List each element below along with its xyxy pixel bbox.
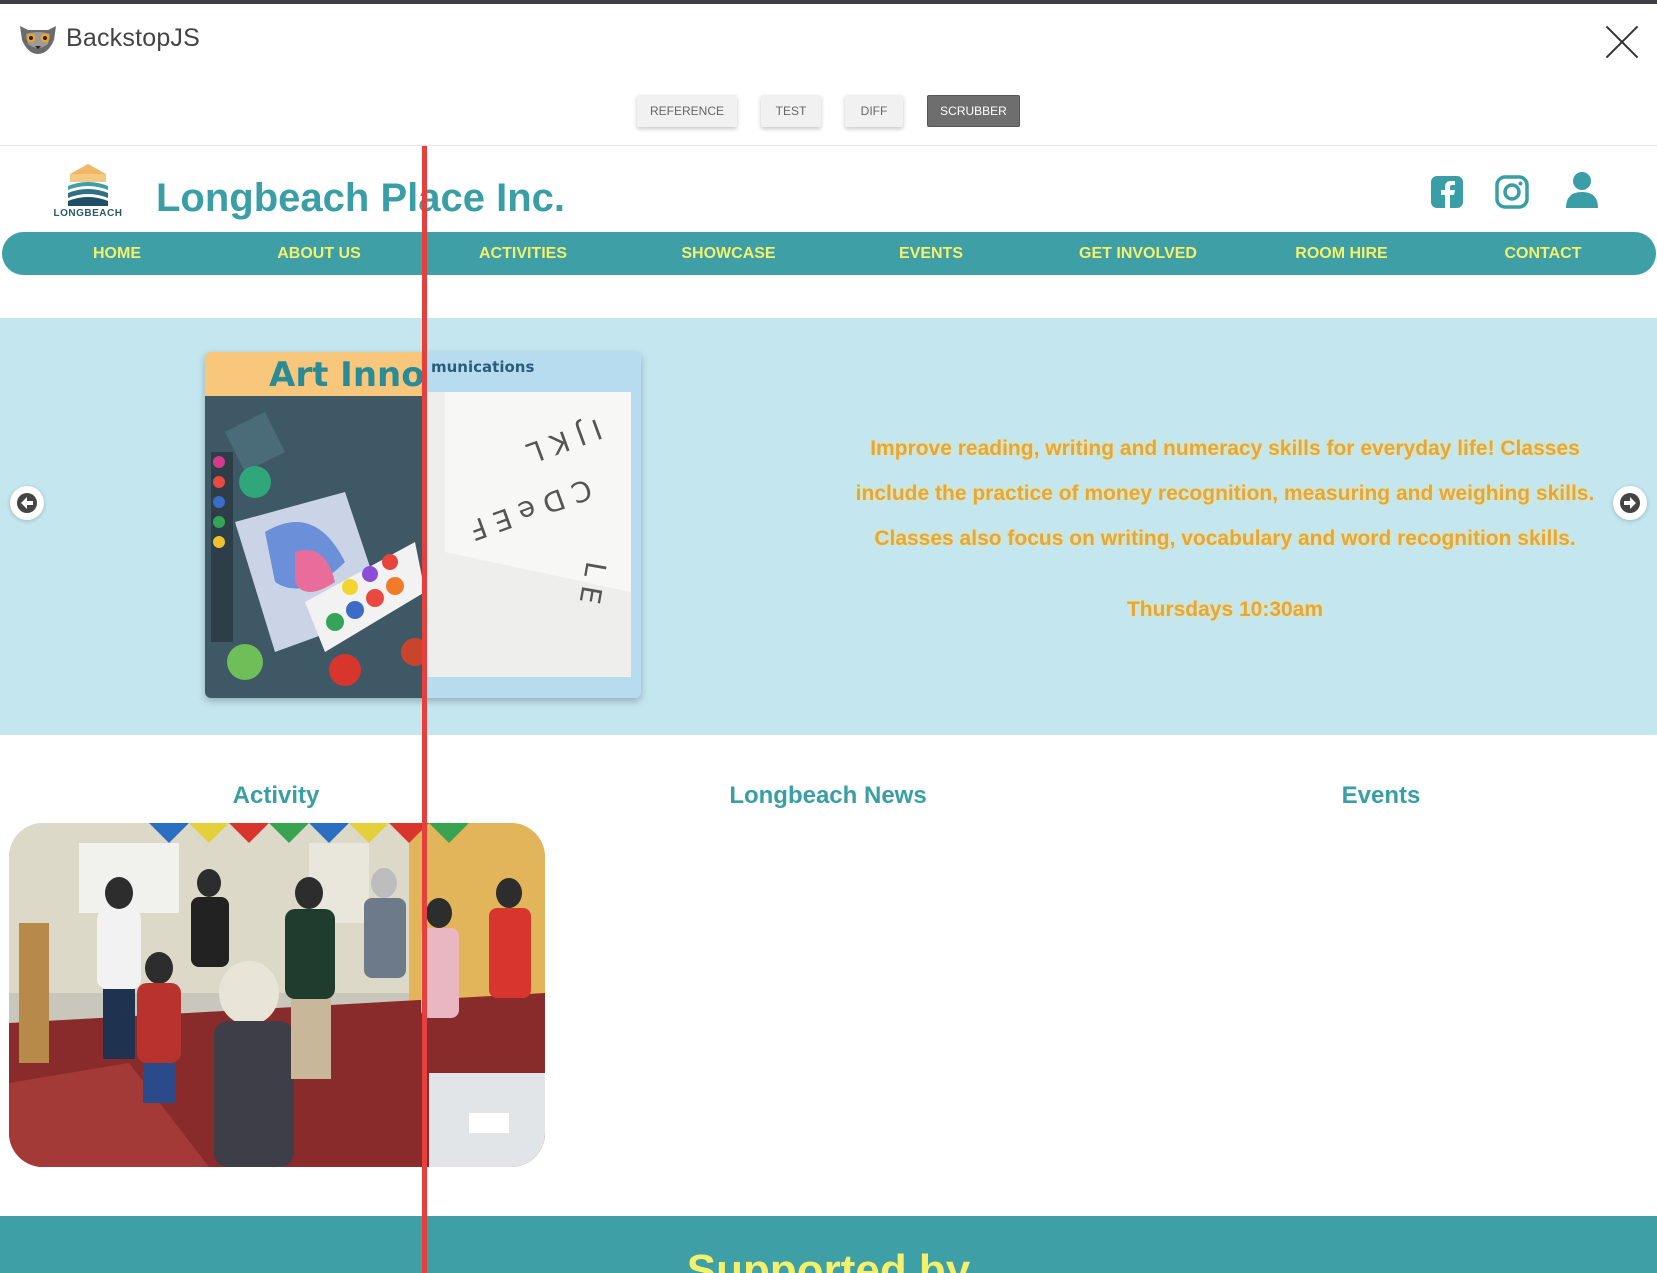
- website-screenshot: LONGBEACH Longbeach Place Inc. HOME ABOU…: [0, 146, 1657, 1273]
- tab-diff[interactable]: DIFF: [845, 95, 903, 127]
- tab-test[interactable]: TEST: [761, 95, 821, 127]
- longbeach-logo[interactable]: LONGBEACH: [50, 160, 126, 226]
- carousel-next-button[interactable]: [1613, 486, 1647, 520]
- tab-reference[interactable]: REFERENCE: [637, 95, 737, 127]
- slide-banner-left: Art Innov: [269, 355, 447, 395]
- nav-home[interactable]: HOME: [42, 232, 192, 275]
- close-icon[interactable]: [1604, 24, 1640, 60]
- view-tabs: REFERENCE TEST DIFF SCRUBBER: [0, 95, 1657, 127]
- arrow-right-icon: [1620, 493, 1640, 513]
- lemur-logo-icon: [20, 26, 56, 54]
- site-title[interactable]: Longbeach Place Inc.: [156, 176, 565, 221]
- events-heading: Events: [1341, 782, 1421, 809]
- activity-photo[interactable]: [9, 823, 545, 1167]
- carousel-prev-button[interactable]: [10, 486, 44, 520]
- nav-room-hire[interactable]: ROOM HIRE: [1264, 232, 1419, 275]
- footer-title: Supported by: [686, 1246, 971, 1273]
- nav-contact[interactable]: CONTACT: [1468, 232, 1618, 275]
- facebook-icon[interactable]: [1429, 174, 1465, 210]
- longbeach-logo-icon: [68, 164, 108, 206]
- news-heading: Longbeach News: [729, 782, 927, 809]
- footer: Supported by: [0, 1216, 1657, 1273]
- logo-text: LONGBEACH: [53, 208, 123, 219]
- slide-description: Improve reading, writing and numeracy sk…: [855, 437, 1595, 550]
- activity-photo-graphic: [9, 823, 545, 1167]
- arrow-left-icon: [17, 493, 37, 513]
- backstop-header: BackstopJS REFERENCE TEST DIFF SCRUBBER: [0, 4, 1657, 146]
- scrubber-handle[interactable]: [422, 146, 427, 1273]
- slide-time: Thursdays 10:30am: [1126, 598, 1324, 621]
- hero-carousel: Art Innov munications I J K L C D e E F …: [0, 318, 1657, 735]
- instagram-icon[interactable]: [1494, 174, 1530, 210]
- app-title: BackstopJS: [66, 24, 201, 52]
- nav-get-involved[interactable]: GET INVOLVED: [1058, 232, 1218, 275]
- slide-banner-right: munications: [431, 358, 534, 376]
- nav-showcase[interactable]: SHOWCASE: [651, 232, 806, 275]
- nav-about-us[interactable]: ABOUT US: [244, 232, 394, 275]
- nav-events[interactable]: EVENTS: [856, 232, 1006, 275]
- activity-heading: Activity: [232, 782, 320, 809]
- tab-scrubber[interactable]: SCRUBBER: [927, 95, 1020, 127]
- nav-activities[interactable]: ACTIVITIES: [448, 232, 598, 275]
- user-icon[interactable]: [1563, 170, 1601, 208]
- main-nav: HOME ABOUT US ACTIVITIES SHOWCASE EVENTS…: [2, 232, 1656, 275]
